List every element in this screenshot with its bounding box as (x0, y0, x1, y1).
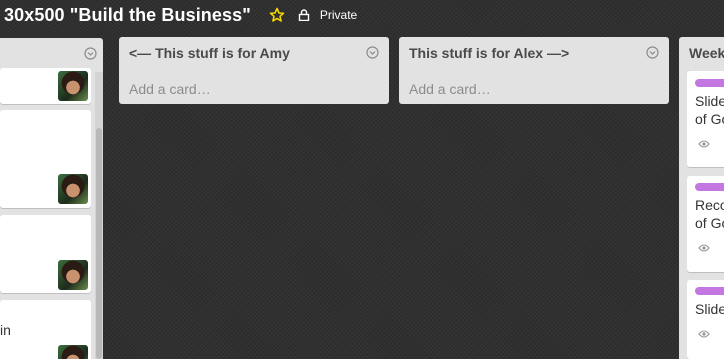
list-menu-icon[interactable] (84, 47, 97, 60)
card-title-line2: of Go (695, 111, 724, 127)
list-title[interactable]: This stuff is for Alex —> (409, 45, 569, 61)
card-label (695, 183, 724, 191)
eye-icon (698, 240, 710, 252)
add-card-link[interactable]: Add a card… (409, 81, 491, 97)
list-card[interactable]: Reco of Go (687, 176, 724, 272)
list-amy: <— This stuff is for Amy Add a card… (119, 37, 389, 104)
member-avatar[interactable] (58, 71, 88, 101)
privacy-button[interactable]: Private (298, 8, 357, 22)
list-menu-icon[interactable] (646, 46, 659, 59)
list-scrollbar-thumb[interactable] (96, 128, 102, 359)
list-card[interactable] (0, 215, 91, 293)
card-title-line1: Reco (695, 197, 724, 213)
list-card[interactable]: Slide of Go (687, 71, 724, 167)
list-card[interactable]: in (0, 300, 91, 359)
add-card-link[interactable]: Add a card… (129, 81, 211, 97)
list-card[interactable]: t (0, 110, 91, 208)
lock-icon (298, 9, 310, 22)
eye-icon (698, 326, 710, 338)
card-title-line1: Slide (695, 301, 724, 317)
card-label (695, 287, 724, 295)
member-avatar[interactable] (58, 260, 88, 290)
privacy-label: Private (319, 8, 358, 22)
list-title[interactable]: Week (689, 45, 724, 61)
list-card[interactable] (0, 68, 91, 104)
list-menu-icon[interactable] (366, 46, 379, 59)
list-title[interactable]: <— This stuff is for Amy (129, 45, 290, 61)
member-avatar[interactable] (58, 174, 88, 204)
card-title-line1: Slide (695, 93, 724, 109)
list-alex: This stuff is for Alex —> Add a card… (399, 37, 669, 104)
board-header: 30x500 "Build the Business" Private (0, 0, 724, 30)
member-avatar[interactable] (58, 345, 88, 359)
board-title[interactable]: 30x500 "Build the Business" (4, 5, 251, 26)
star-icon[interactable] (269, 7, 285, 23)
eye-icon (698, 136, 710, 148)
card-title: in (0, 322, 11, 338)
card-label (695, 79, 724, 87)
card-title-line2: of Go (695, 215, 724, 231)
list-card[interactable]: Slide (687, 280, 724, 359)
